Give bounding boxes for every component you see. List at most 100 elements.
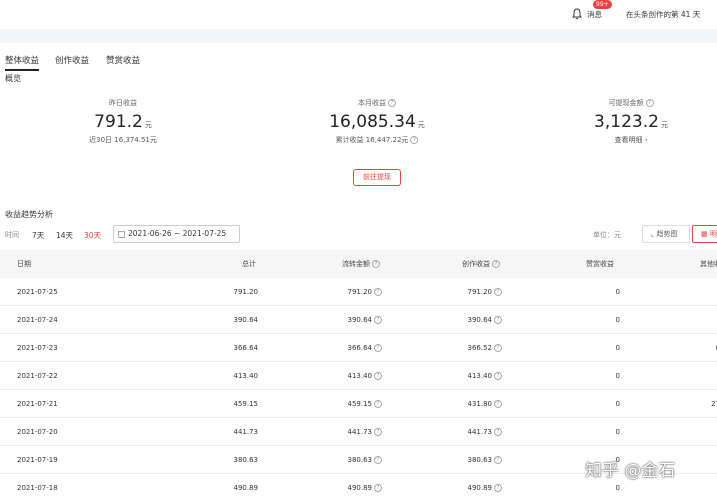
stat-label: 可提现金额? — [581, 98, 681, 108]
range-7-days[interactable]: 7天 — [32, 230, 44, 241]
cell-flow: 366.64? — [318, 344, 382, 352]
stat-month: 本月收益? 16,085.34 元 累计收益 16,447.22元? — [317, 98, 437, 145]
help-icon[interactable]: ? — [374, 288, 382, 296]
trend-filters: 时间 7天 14天 30天 2021-06-26 ~ 2021-07-25 单位… — [0, 225, 717, 243]
col-total: 总计 — [242, 260, 256, 268]
cell-reward: 0 — [615, 428, 620, 436]
detail-table-button[interactable]: ▦ 明 — [692, 225, 717, 243]
help-icon[interactable]: ? — [494, 428, 502, 436]
stat-value: 16,085.34 元 — [329, 112, 425, 132]
cell-total: 380.63 — [233, 456, 259, 464]
cell-creation: 380.63? — [438, 456, 502, 464]
cell-date: 2021-07-21 — [17, 400, 58, 408]
help-icon[interactable]: ? — [494, 400, 502, 408]
help-icon[interactable]: ? — [388, 99, 396, 107]
cell-date: 2021-07-25 — [17, 288, 58, 296]
cell-flow: 413.40? — [318, 372, 382, 380]
tab-reward-income[interactable]: 赞赏收益 — [106, 54, 140, 66]
table-row: 2021-07-22 413.40 413.40? 413.40? 0 — [0, 362, 717, 390]
help-icon[interactable]: ? — [494, 456, 502, 464]
help-icon[interactable]: ? — [374, 316, 382, 324]
date-range-picker[interactable]: 2021-06-26 ~ 2021-07-25 — [113, 225, 240, 243]
help-icon[interactable]: ? — [374, 456, 382, 464]
cell-reward: 0 — [615, 372, 620, 380]
cell-date: 2021-07-19 — [17, 456, 58, 464]
stat-label: 昨日收益 — [109, 99, 137, 107]
cell-flow: 441.73? — [318, 428, 382, 436]
help-icon[interactable]: ? — [492, 260, 500, 268]
table-row: 2021-07-25 791.20 791.20? 791.20? 0 — [0, 278, 717, 306]
cell-creation: 366.52? — [438, 344, 502, 352]
stat-sub: 累计收益 16,447.22元? — [317, 135, 437, 145]
help-icon[interactable]: ? — [374, 372, 382, 380]
cell-reward: 0 — [615, 316, 620, 324]
cell-reward: 0 — [615, 484, 620, 492]
col-flow: 流转金额? — [342, 259, 380, 269]
trend-chart-button[interactable]: ⌞ 趋势图 — [642, 225, 690, 243]
stat-sub: 近30日 16,374.51元 — [89, 136, 157, 144]
unit-label: 单位：元 — [593, 231, 621, 239]
cell-creation: 390.64? — [438, 316, 502, 324]
cell-flow: 490.89? — [318, 484, 382, 492]
help-icon[interactable]: ? — [494, 344, 502, 352]
help-icon[interactable]: ? — [494, 288, 502, 296]
range-30-days[interactable]: 30天 — [84, 230, 101, 241]
cell-flow: 459.15? — [318, 400, 382, 408]
table-header: 日期 总计 流转金额? 创作收益? 赞赏收益 其他收 — [0, 250, 717, 278]
cell-date: 2021-07-18 — [17, 484, 58, 492]
withdraw-button[interactable]: 前往提现 — [353, 169, 401, 186]
cell-total: 459.15 — [233, 400, 259, 408]
top-bar: 99+ 消息 在头条创作的第 41 天 — [0, 0, 717, 29]
cell-creation: 441.73? — [438, 428, 502, 436]
col-date: 日期 — [17, 260, 31, 268]
trend-section-title: 收益趋势分析 — [5, 210, 53, 219]
col-other: 其他收 — [700, 260, 717, 268]
creator-days-text: 在头条创作的第 41 天 — [626, 10, 701, 19]
cell-date: 2021-07-24 — [17, 316, 58, 324]
help-icon[interactable]: ? — [374, 484, 382, 492]
stat-label: 本月收益? — [317, 98, 437, 108]
watermark: 知乎 @金石 — [585, 461, 676, 481]
cell-flow: 390.64? — [318, 316, 382, 324]
stat-yesterday: 昨日收益 791.2 元 近30日 16,374.51元 — [73, 98, 173, 145]
help-icon[interactable]: ? — [374, 344, 382, 352]
help-icon[interactable]: ? — [374, 428, 382, 436]
table-row: 2021-07-21 459.15 459.15? 431.80? 0 27 — [0, 390, 717, 418]
col-reward: 赞赏收益 — [586, 260, 614, 268]
cell-total: 791.20 — [233, 288, 259, 296]
view-details-link[interactable]: 查看明细 › — [581, 135, 681, 145]
stat-value: 3,123.2 元 — [594, 112, 668, 132]
tab-overall-income[interactable]: 整体收益 — [5, 54, 40, 71]
help-icon[interactable]: ? — [645, 99, 654, 107]
cell-total: 413.40 — [233, 372, 259, 380]
help-icon[interactable]: ? — [494, 372, 502, 380]
cell-other: 27 — [711, 400, 717, 408]
cell-creation: 413.40? — [438, 372, 502, 380]
table-icon: ▦ — [701, 230, 710, 238]
cell-reward: 0 — [615, 288, 620, 296]
cell-reward: 0 — [615, 344, 620, 352]
help-icon[interactable]: ? — [494, 316, 502, 324]
messages-link[interactable]: 消息 — [587, 9, 602, 20]
cell-flow: 380.63? — [318, 456, 382, 464]
help-icon[interactable]: ? — [372, 260, 380, 268]
cell-date: 2021-07-20 — [17, 428, 58, 436]
overview-title: 概览 — [5, 74, 21, 83]
tab-creation-income[interactable]: 创作收益 — [55, 54, 89, 66]
col-creation: 创作收益? — [462, 259, 500, 269]
calendar-icon — [118, 230, 125, 238]
help-icon[interactable]: ? — [374, 400, 382, 408]
cell-date: 2021-07-23 — [17, 344, 58, 352]
stat-withdrawable: 可提现金额? 3,123.2 元 查看明细 › — [581, 98, 681, 145]
table-row: 2021-07-20 441.73 441.73? 441.73? 0 — [0, 418, 717, 446]
bell-icon[interactable] — [571, 8, 583, 20]
range-14-days[interactable]: 14天 — [56, 230, 73, 241]
table-row: 2021-07-23 366.64 366.64? 366.52? 0 0 — [0, 334, 717, 362]
cell-total: 366.64 — [233, 344, 259, 352]
cell-date: 2021-07-22 — [17, 372, 58, 380]
help-icon[interactable]: ? — [494, 484, 502, 492]
notification-badge: 99+ — [593, 0, 612, 9]
help-icon[interactable]: ? — [410, 136, 419, 144]
cell-flow: 791.20? — [318, 288, 382, 296]
cell-total: 390.64 — [233, 316, 259, 324]
